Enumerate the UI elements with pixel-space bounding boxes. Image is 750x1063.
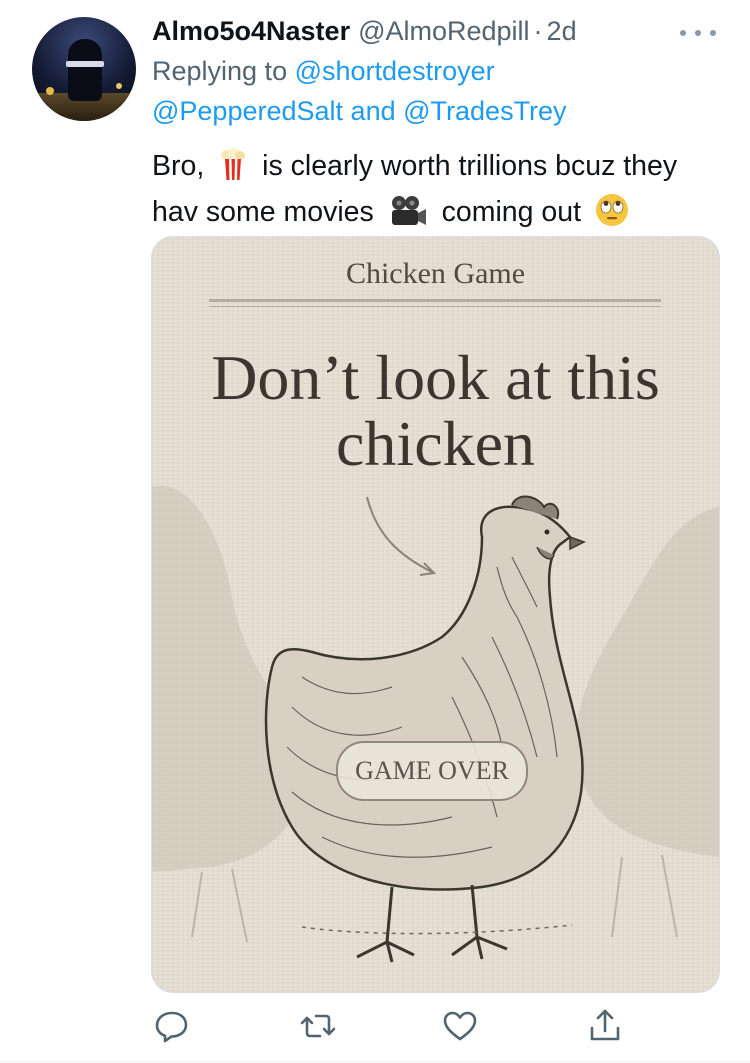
user-handle[interactable]: @AlmoRedpill xyxy=(358,16,529,47)
avatar[interactable] xyxy=(32,17,136,121)
and-word[interactable]: and xyxy=(351,96,396,126)
mention-link[interactable]: @PepperedSalt xyxy=(152,96,343,126)
tweet: Almo5o4Naster @AlmoRedpill · 2d Replying… xyxy=(0,0,750,1063)
headline-line: chicken xyxy=(336,408,535,479)
title-rule xyxy=(209,306,661,307)
mention-link[interactable]: @shortdestroyer xyxy=(295,56,495,86)
image-title: Chicken Game xyxy=(345,257,526,290)
tweet-actions xyxy=(0,1000,750,1050)
tweet-timestamp[interactable]: 2d xyxy=(547,16,577,47)
tweet-text-part: coming out xyxy=(441,196,582,228)
avatar-shirt-text xyxy=(66,61,104,67)
tweet-text-part: Bro, xyxy=(152,150,205,182)
retweet-icon[interactable] xyxy=(298,1006,338,1046)
tweet-image[interactable]: Chicken Game Don’t look at this chicken … xyxy=(151,236,720,993)
share-icon[interactable] xyxy=(585,1006,625,1046)
tweet-text: Bro, is clearly worth trillions bcuz the… xyxy=(152,146,722,238)
title-rule xyxy=(209,299,661,302)
headline-line: Don’t look at this xyxy=(211,342,660,413)
avatar-light xyxy=(116,83,122,89)
tweet-divider xyxy=(0,1061,750,1062)
mention-link[interactable]: @TradesTrey xyxy=(403,96,566,126)
game-over-badge: GAME OVER xyxy=(336,741,528,801)
separator-dot: · xyxy=(533,16,543,46)
replying-to-line-2: @PepperedSalt and @TradesTrey xyxy=(152,96,712,127)
popcorn-icon xyxy=(218,147,248,192)
reply-icon[interactable] xyxy=(152,1006,192,1046)
avatar-figure xyxy=(68,39,102,101)
face-with-rolling-eyes-icon xyxy=(595,193,629,238)
movie-camera-icon xyxy=(388,195,428,238)
tweet-header: Almo5o4Naster @AlmoRedpill · 2d xyxy=(152,16,577,50)
more-options-icon[interactable] xyxy=(680,28,716,38)
display-name[interactable]: Almo5o4Naster xyxy=(152,16,350,47)
image-headline: Don’t look at this chicken xyxy=(152,345,719,477)
replying-to-line: Replying to @shortdestroyer xyxy=(152,56,712,87)
replying-to-label: Replying to xyxy=(152,56,288,86)
like-icon[interactable] xyxy=(440,1006,480,1046)
avatar-light xyxy=(46,87,54,95)
